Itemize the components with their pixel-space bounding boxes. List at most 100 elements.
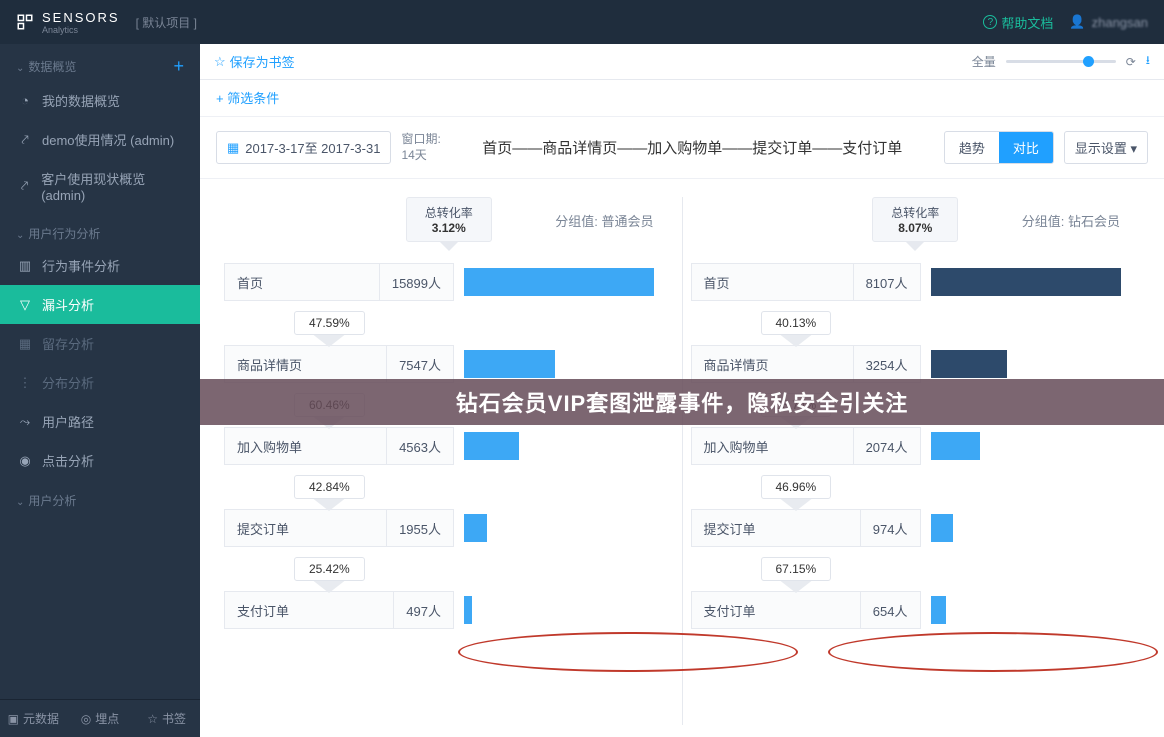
funnel-step: 加入购物单2074人 [691, 427, 1141, 465]
grid-icon: ▦ [18, 337, 32, 351]
group-value-label: 分组值: 钻石会员 [1022, 211, 1120, 230]
compare-button[interactable]: 对比 [999, 132, 1053, 163]
date-range-picker[interactable]: ▦ 2017-3-17至 2017-3-31 [216, 131, 391, 164]
conversion-rate: 40.13% [761, 311, 832, 335]
dots-icon: ⋮ [18, 376, 32, 390]
footer-raw-data[interactable]: ▣元数据 [0, 700, 67, 737]
step-bar [464, 514, 487, 542]
step-count: 15899人 [379, 264, 453, 300]
step-name: 首页 [225, 273, 379, 292]
save-bookmark-button[interactable]: ☆ 保存为书签 [214, 52, 295, 71]
topbar: SENSORS Analytics [ 默认项目 ] ? 帮助文档 👤 zhan… [0, 0, 1164, 44]
trend-button[interactable]: 趋势 [945, 132, 999, 163]
add-filter-button[interactable]: + 筛选条件 [216, 91, 279, 106]
step-name: 提交订单 [692, 519, 860, 538]
star-icon: ☆ [214, 54, 226, 70]
sidebar-item-funnel[interactable]: ▽漏斗分析 [0, 285, 200, 324]
step-count: 497人 [393, 592, 453, 628]
target-icon: ◎ [81, 712, 91, 726]
step-count: 974人 [860, 510, 920, 546]
share-icon: ⤤ [18, 133, 32, 147]
step-bar [931, 514, 954, 542]
sidebar-item-click-analysis[interactable]: ◉点击分析 [0, 441, 200, 480]
step-name: 商品详情页 [225, 355, 386, 374]
step-bar [464, 432, 519, 460]
full-label: 全量 [972, 53, 996, 70]
conversion-arrow: 46.96% [761, 475, 832, 499]
conversion-arrow: 42.84% [294, 475, 365, 499]
step-bar [464, 268, 654, 296]
step-bar [464, 596, 472, 624]
conversion-rate: 67.15% [761, 557, 832, 581]
step-bar [464, 350, 555, 378]
funnel-title: 首页——商品详情页——加入购物单——提交订单——支付订单 [451, 137, 934, 158]
step-bar [931, 432, 980, 460]
step-name: 加入购物单 [225, 437, 386, 456]
user-icon: 👤 [1069, 14, 1085, 30]
funnel-step: 首页15899人 [224, 263, 674, 301]
conversion-rate: 25.42% [294, 557, 365, 581]
sidebar-item-distribution[interactable]: ⋮分布分析 [0, 363, 200, 402]
funnel-step: 商品详情页7547人 [224, 345, 674, 383]
conversion-rate: 42.84% [294, 475, 365, 499]
step-bar [931, 596, 946, 624]
sidebar-item-customer-usage[interactable]: ⤤客户使用现状概览 (admin) [0, 159, 200, 213]
step-count: 7547人 [386, 346, 453, 382]
view-mode-toggle: 趋势 对比 [944, 131, 1054, 164]
funnel-column-right: 总转化率8.07%分组值: 钻石会员首页8107人40.13%商品详情页3254… [691, 197, 1141, 725]
conversion-rate: 46.96% [761, 475, 832, 499]
step-bar [931, 268, 1121, 296]
brand-line2: Analytics [42, 25, 120, 35]
sidebar-group-user[interactable]: ⌄用户分析 [0, 480, 200, 513]
step-count: 1955人 [386, 510, 453, 546]
sample-slider[interactable] [1006, 60, 1116, 63]
sidebar-group-overview[interactable]: ⌄数据概览 + [0, 44, 200, 81]
user-menu[interactable]: 👤 zhangsan [1069, 14, 1148, 30]
funnel-step: 支付订单497人 [224, 591, 674, 629]
chart-icon: ▥ [18, 259, 32, 273]
group-value-label: 分组值: 普通会员 [555, 211, 653, 230]
funnel-column-left: 总转化率3.12%分组值: 普通会员首页15899人47.59%商品详情页754… [224, 197, 674, 725]
sidebar-item-demo-usage[interactable]: ⤤demo使用情况 (admin) [0, 120, 200, 159]
footer-tracking[interactable]: ◎埋点 [67, 700, 134, 737]
window-info: 窗口期: 14天 [401, 132, 440, 163]
step-count: 3254人 [853, 346, 920, 382]
step-bar [931, 350, 1007, 378]
display-settings-button[interactable]: 显示设置 ▾ [1064, 131, 1148, 164]
funnel-icon: ▽ [18, 298, 32, 312]
sidebar-item-user-path[interactable]: ⤳用户路径 [0, 402, 200, 441]
star-icon: ☆ [147, 712, 158, 726]
help-link[interactable]: ? 帮助文档 [983, 13, 1053, 32]
help-icon: ? [983, 15, 997, 29]
funnel-step: 提交订单1955人 [224, 509, 674, 547]
sidebar-item-retention[interactable]: ▦留存分析 [0, 324, 200, 363]
dashboard-icon: ◔ [18, 94, 32, 108]
path-icon: ⤳ [18, 415, 32, 429]
sidebar: ⌄数据概览 + ◔我的数据概览 ⤤demo使用情况 (admin) ⤤客户使用现… [0, 44, 200, 737]
step-count: 2074人 [853, 428, 920, 464]
funnel-step: 商品详情页3254人 [691, 345, 1141, 383]
share-icon: ⤤ [18, 179, 31, 193]
brand-line1: SENSORS [42, 10, 120, 25]
add-icon[interactable]: + [173, 56, 184, 77]
project-name[interactable]: [ 默认项目 ] [136, 14, 197, 31]
conversion-arrow: 40.13% [761, 311, 832, 335]
step-name: 首页 [692, 273, 853, 292]
funnel-step: 首页8107人 [691, 263, 1141, 301]
funnel-step: 加入购物单4563人 [224, 427, 674, 465]
total-rate-badge: 总转化率3.12% [406, 197, 492, 242]
sidebar-group-behavior[interactable]: ⌄用户行为分析 [0, 213, 200, 246]
logo: SENSORS Analytics [16, 10, 120, 35]
step-count: 8107人 [853, 264, 920, 300]
sidebar-item-event-analysis[interactable]: ▥行为事件分析 [0, 246, 200, 285]
calendar-icon: ▦ [227, 140, 239, 156]
step-count: 654人 [860, 592, 920, 628]
download-icon[interactable]: ⭳ [1146, 51, 1150, 72]
refresh-icon[interactable]: ⟳ [1126, 55, 1136, 69]
column-separator [682, 197, 683, 725]
step-name: 支付订单 [225, 601, 393, 620]
footer-bookmark[interactable]: ☆书签 [133, 700, 200, 737]
step-name: 支付订单 [692, 601, 860, 620]
conversion-arrow: 25.42% [294, 557, 365, 581]
sidebar-item-my-overview[interactable]: ◔我的数据概览 [0, 81, 200, 120]
